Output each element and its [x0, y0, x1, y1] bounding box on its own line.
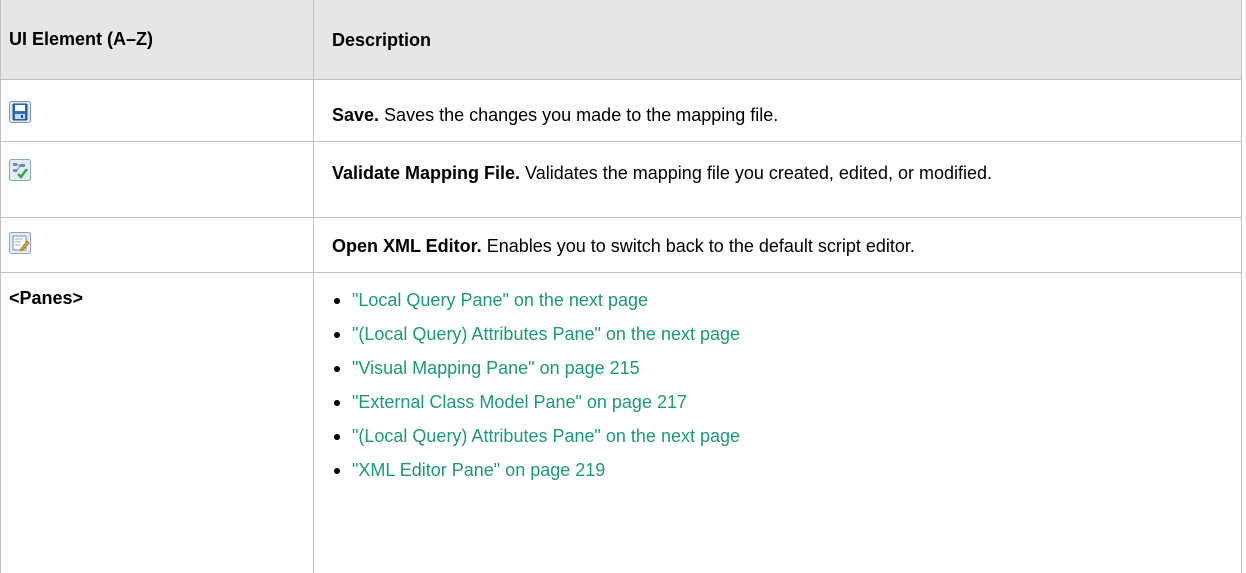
list-item: "XML Editor Pane" on page 219 — [332, 457, 1221, 491]
row-description: Validates the mapping file you created, … — [520, 163, 992, 183]
row-title: Open XML Editor. — [332, 236, 482, 256]
link-local-query-attributes-pane[interactable]: "(Local Query) Attributes Pane" on the n… — [352, 324, 740, 344]
column-header-description: Description — [332, 29, 432, 50]
link-local-query-attributes-pane-2[interactable]: "(Local Query) Attributes Pane" on the n… — [352, 426, 740, 446]
table-header: UI Element (A–Z) Description — [1, 0, 1241, 80]
panes-link-list: "Local Query Pane" on the next page "(Lo… — [332, 287, 1221, 491]
table-row: <Panes> "Local Query Pane" on the next p… — [1, 273, 1241, 573]
column-header-ui-element: UI Element (A–Z) — [1, 0, 314, 79]
list-item: "External Class Model Pane" on page 217 — [332, 389, 1221, 423]
list-item: "(Local Query) Attributes Pane" on the n… — [332, 423, 1221, 457]
link-external-class-model-pane[interactable]: "External Class Model Pane" on page 217 — [352, 392, 687, 412]
list-item: "Local Query Pane" on the next page — [332, 287, 1221, 321]
table-row: Save. Saves the changes you made to the … — [1, 80, 1241, 142]
save-icon[interactable] — [9, 101, 31, 123]
row-description: Enables you to switch back to the defaul… — [481, 236, 915, 256]
list-item: "Visual Mapping Pane" on page 215 — [332, 355, 1221, 389]
link-local-query-pane[interactable]: "Local Query Pane" on the next page — [352, 290, 648, 310]
row-title: Save. — [332, 105, 380, 125]
row-description: Saves the changes you made to the mappin… — [379, 105, 779, 125]
list-item: "(Local Query) Attributes Pane" on the n… — [332, 321, 1221, 355]
row-title: Validate Mapping File. — [332, 163, 521, 183]
link-visual-mapping-pane[interactable]: "Visual Mapping Pane" on page 215 — [352, 358, 640, 378]
open-xml-editor-icon[interactable] — [9, 232, 31, 254]
validate-mapping-icon[interactable] — [9, 159, 31, 181]
panes-label: <Panes> — [1, 273, 314, 573]
link-xml-editor-pane[interactable]: "XML Editor Pane" on page 219 — [352, 460, 605, 480]
table-row: Open XML Editor. Enables you to switch b… — [1, 218, 1241, 273]
table-row: Validate Mapping File. Validates the map… — [1, 142, 1241, 218]
ui-elements-table: UI Element (A–Z) Description Save. Saves… — [0, 0, 1242, 573]
